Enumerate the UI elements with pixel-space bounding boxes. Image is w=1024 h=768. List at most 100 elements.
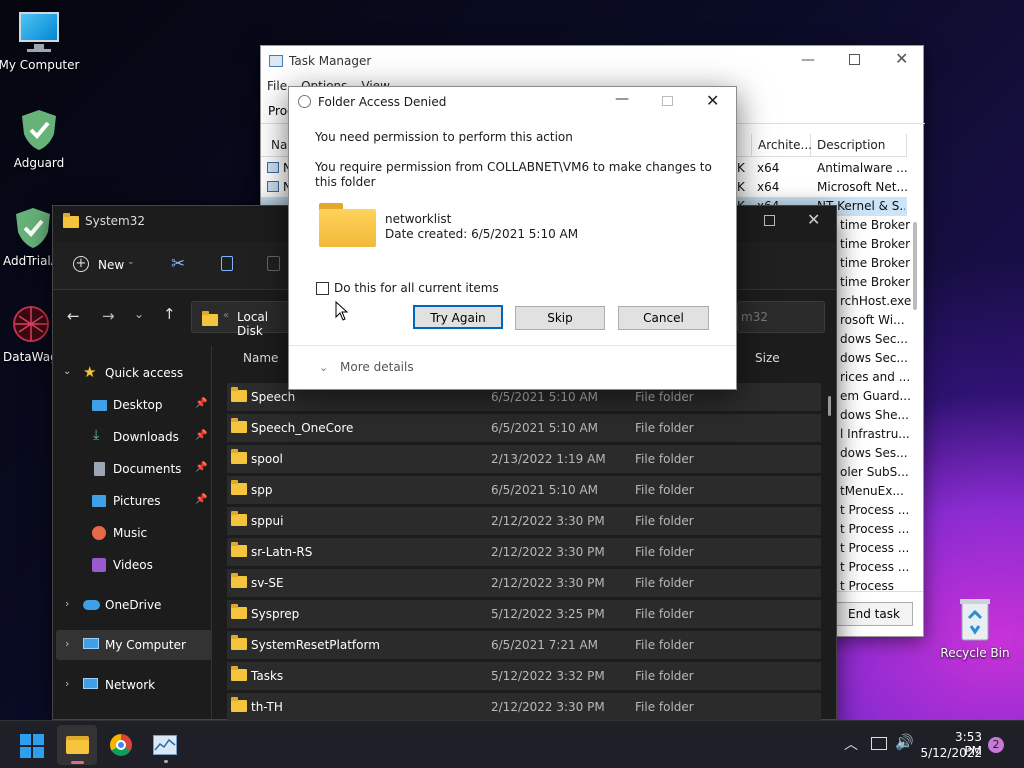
desktop-icon-label: AddTrialA [3, 254, 59, 268]
desktop-icon-addtrial[interactable]: AddTrialA [0, 206, 59, 268]
notification-badge[interactable]: 2 [988, 737, 1004, 753]
file-date: 5/12/2022 3:32 PM [491, 669, 605, 683]
file-date: 2/13/2022 1:19 AM [491, 452, 606, 466]
new-button[interactable]: + New ⌄ [73, 256, 139, 278]
back-arrow-icon[interactable]: ← [67, 307, 80, 325]
desktop-icon-recycle-bin[interactable]: Recycle Bin [933, 596, 1017, 660]
nav-pictures[interactable]: Pictures 📌 [53, 486, 209, 516]
desktop-icon-my-computer[interactable]: My Computer [0, 10, 81, 72]
nav-label: My Computer [105, 638, 186, 652]
column-header-name[interactable]: Name [243, 351, 278, 365]
dialog-minimize-button[interactable]: — [615, 91, 629, 107]
explorer-close-button[interactable]: ✕ [807, 210, 820, 229]
file-name: Tasks [251, 669, 284, 683]
paste-icon[interactable] [267, 256, 280, 271]
forward-arrow-icon[interactable]: → [102, 307, 115, 325]
task-manager-taskbar-icon[interactable] [153, 735, 177, 763]
up-arrow-icon[interactable]: ↑ [163, 305, 176, 323]
folder-icon [231, 449, 247, 464]
copy-icon[interactable] [221, 256, 233, 271]
file-row[interactable]: sr-Latn-RS 2/12/2022 3:30 PM File folder [227, 538, 821, 566]
apply-all-checkbox[interactable] [316, 282, 329, 295]
explorer-maximize-button[interactable] [764, 215, 775, 226]
folder-icon [231, 573, 247, 588]
nav-label: Pictures [113, 494, 161, 508]
file-row[interactable]: SystemResetPlatform 6/5/2021 7:21 AM File … [227, 631, 821, 659]
file-type: File folder [635, 700, 694, 714]
pin-icon: 📌 [195, 494, 208, 505]
show-hidden-icons-chevron[interactable]: ︿ [844, 734, 858, 754]
volume-icon[interactable]: 🔊 [895, 733, 914, 751]
folder-icon [231, 604, 247, 619]
cut-icon[interactable]: ✂ [171, 254, 185, 274]
apply-all-label[interactable]: Do this for all current items [334, 281, 499, 295]
recycle-bin-icon [957, 596, 993, 642]
desktop-icon-adguard[interactable]: Adguard [0, 108, 81, 170]
nav-network[interactable]: › Network [53, 670, 209, 700]
file-row[interactable]: Speech_OneCore 6/5/2021 5:10 AM File folde… [227, 414, 821, 442]
file-type: File folder [635, 545, 694, 559]
chevron-right-icon: › [65, 637, 70, 650]
taskbar: ︿ 🔊 3:53 PM 5/12/2022 2 [0, 720, 1024, 768]
start-button[interactable] [20, 734, 44, 758]
file-row[interactable]: sv-SE 2/12/2022 3:30 PM File folder [227, 569, 821, 597]
nav-music[interactable]: Music [53, 518, 209, 548]
desktop-icon [92, 400, 107, 411]
menu-file[interactable]: File [267, 79, 287, 93]
dialog-maximize-button[interactable] [662, 96, 673, 106]
nav-desktop[interactable]: Desktop 📌 [53, 390, 209, 420]
chrome-icon[interactable] [110, 734, 132, 756]
column-header-architecture[interactable]: Archite... [751, 134, 812, 156]
more-details-toggle[interactable]: ⌄ More details [319, 360, 414, 374]
file-name: sv-SE [251, 576, 284, 590]
address-bar[interactable]: « Local Disk [191, 301, 293, 338]
nav-documents[interactable]: Documents 📌 [53, 454, 209, 484]
column-header-description[interactable]: Description [811, 134, 907, 156]
maximize-button[interactable] [849, 54, 860, 65]
file-date: 6/5/2021 5:10 AM [491, 421, 599, 435]
file-name: th-TH [251, 700, 283, 714]
file-row[interactable]: Tasks 5/12/2022 3:32 PM File folder [227, 662, 821, 690]
folder-access-denied-dialog[interactable]: Folder Access Denied — ✕ You need permis… [288, 86, 737, 390]
file-type: File folder [635, 421, 694, 435]
dialog-close-button[interactable]: ✕ [706, 91, 719, 110]
nav-my-computer[interactable]: › My Computer [56, 630, 212, 660]
file-name: SystemResetPlatform [251, 638, 380, 652]
file-row[interactable]: th-TH 2/12/2022 3:30 PM File folder [227, 693, 821, 721]
tm-cell-desc: em Guard... [840, 389, 911, 403]
file-row[interactable]: Sysprep 5/12/2022 3:25 PM File folder [227, 600, 821, 628]
network-status-icon[interactable] [871, 737, 887, 750]
folder-icon [231, 418, 247, 433]
file-row[interactable]: spool 2/13/2022 1:19 AM File folder [227, 445, 821, 473]
nav-label: Network [105, 678, 156, 692]
explorer-title: System32 [85, 214, 146, 228]
try-again-button[interactable]: Try Again [413, 305, 503, 329]
nav-quick-access[interactable]: ⌄ ★ Quick access [53, 358, 209, 388]
folder-icon [231, 635, 247, 650]
large-folder-icon [319, 203, 376, 247]
nav-onedrive[interactable]: › OneDrive [53, 590, 209, 620]
column-header-size[interactable]: Size [755, 351, 780, 365]
clock-date[interactable]: 5/12/2022 [920, 746, 982, 760]
file-name: sr-Latn-RS [251, 545, 313, 559]
cancel-button[interactable]: Cancel [618, 306, 709, 330]
desktop-icon-datawag[interactable]: DataWag [0, 302, 58, 364]
minimize-button[interactable]: — [801, 52, 815, 68]
file-row[interactable]: spp 6/5/2021 5:10 AM File folder [227, 476, 821, 504]
tm-scrollbar-thumb[interactable] [913, 222, 917, 310]
close-button[interactable]: ✕ [895, 49, 908, 68]
skip-button[interactable]: Skip [515, 306, 605, 330]
tm-process-icon [267, 181, 279, 192]
explorer-scrollbar-thumb[interactable] [828, 396, 831, 416]
file-row[interactable]: sppui 2/12/2022 3:30 PM File folder [227, 507, 821, 535]
search-box[interactable]: m32 [737, 301, 825, 333]
recent-chevron-icon[interactable]: ⌄ [134, 307, 144, 321]
end-task-button[interactable]: End task [835, 602, 913, 626]
tm-cell-desc: rosoft Wi... [840, 313, 905, 327]
taskbar-file-explorer-button[interactable] [57, 725, 97, 765]
item-name: networklist [385, 212, 452, 226]
nav-videos[interactable]: Videos [53, 550, 209, 580]
file-date: 6/5/2021 5:10 AM [491, 483, 599, 497]
nav-label: OneDrive [105, 598, 162, 612]
nav-downloads[interactable]: ⤓ Downloads 📌 [53, 422, 209, 452]
